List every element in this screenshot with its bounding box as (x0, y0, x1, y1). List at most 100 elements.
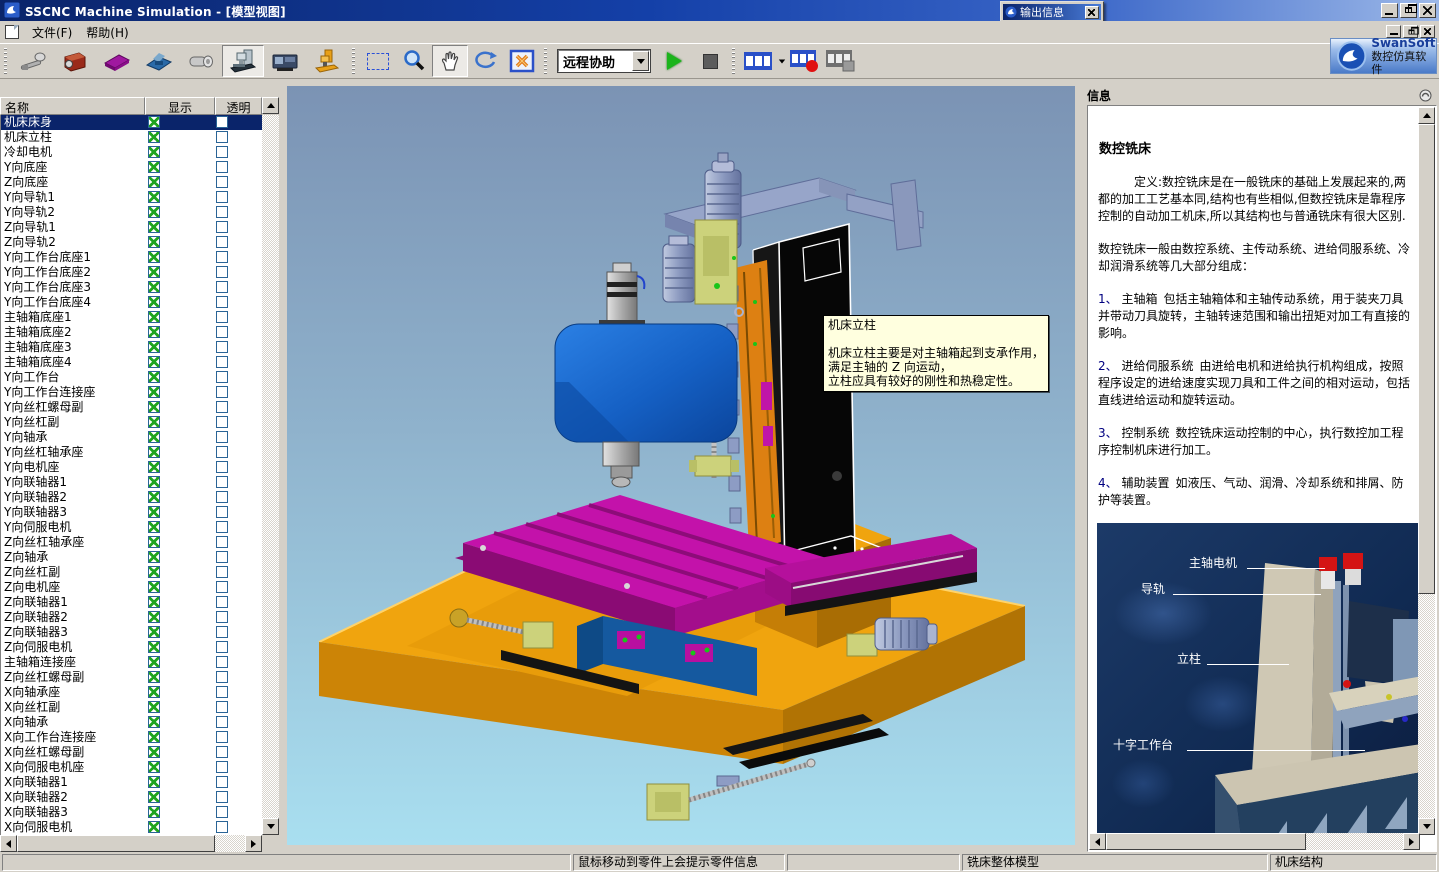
parts-row[interactable]: 冷却电机 (1, 145, 262, 160)
scroll-thumb[interactable] (17, 835, 215, 852)
show-checkbox[interactable] (148, 671, 160, 683)
transparent-checkbox[interactable] (216, 581, 228, 593)
menu-help[interactable]: 帮助(H) (79, 22, 135, 43)
transparent-checkbox[interactable] (216, 731, 228, 743)
transparent-checkbox[interactable] (216, 446, 228, 458)
parts-row[interactable]: Z向联轴器2 (1, 610, 262, 625)
parts-row[interactable]: Z向联轴器3 (1, 625, 262, 640)
parts-row[interactable]: Y向工作台 (1, 370, 262, 385)
milling-machine-button[interactable] (222, 45, 264, 77)
show-checkbox[interactable] (148, 491, 160, 503)
show-checkbox[interactable] (148, 236, 160, 248)
show-checkbox[interactable] (148, 506, 160, 518)
parts-row[interactable]: X向工作台连接座 (1, 730, 262, 745)
parts-row[interactable]: Y向联轴器1 (1, 475, 262, 490)
lathe-button[interactable] (264, 45, 306, 77)
transparent-checkbox[interactable] (216, 521, 228, 533)
show-checkbox[interactable] (148, 281, 160, 293)
transparent-checkbox[interactable] (216, 551, 228, 563)
show-checkbox[interactable] (148, 686, 160, 698)
transparent-checkbox[interactable] (216, 716, 228, 728)
show-checkbox[interactable] (148, 326, 160, 338)
parts-row[interactable]: Y向工作台底座4 (1, 295, 262, 310)
vertical-machine-button[interactable] (306, 45, 348, 77)
transparent-checkbox[interactable] (216, 251, 228, 263)
show-checkbox[interactable] (148, 476, 160, 488)
column-header-name[interactable]: 名称 (0, 97, 145, 115)
rotate-view-button[interactable] (468, 45, 504, 77)
scroll-thumb[interactable] (1418, 124, 1435, 594)
output-info-close-button[interactable] (1085, 6, 1099, 19)
machine-bed-button[interactable] (138, 45, 180, 77)
show-checkbox[interactable] (148, 446, 160, 458)
model-viewport[interactable]: 机床立柱 机床立柱主要是对主轴箱起到支承作用， 满足主轴的 Z 向运动， 立柱应… (287, 86, 1075, 845)
show-checkbox[interactable] (148, 431, 160, 443)
show-checkbox[interactable] (148, 341, 160, 353)
transparent-checkbox[interactable] (216, 566, 228, 578)
transparent-checkbox[interactable] (216, 356, 228, 368)
toolbar-grip[interactable] (732, 48, 735, 74)
transparent-checkbox[interactable] (216, 476, 228, 488)
parts-row[interactable]: X向轴承 (1, 715, 262, 730)
show-checkbox[interactable] (148, 791, 160, 803)
parts-row[interactable]: X向丝杠副 (1, 700, 262, 715)
column-header-transparent[interactable]: 透明 (215, 97, 262, 115)
show-checkbox[interactable] (148, 161, 160, 173)
transparent-checkbox[interactable] (216, 671, 228, 683)
parts-row[interactable]: Y向伺服电机 (1, 520, 262, 535)
transparent-checkbox[interactable] (216, 401, 228, 413)
show-checkbox[interactable] (148, 716, 160, 728)
transparent-checkbox[interactable] (216, 326, 228, 338)
show-checkbox[interactable] (148, 146, 160, 158)
toolbar-grip[interactable] (4, 48, 7, 74)
parts-row[interactable]: Y向工作台底座3 (1, 280, 262, 295)
info-vertical-scrollbar[interactable] (1418, 107, 1435, 835)
parts-row[interactable]: Z向丝杠轴承座 (1, 535, 262, 550)
parts-horizontal-scrollbar[interactable] (0, 835, 262, 852)
transparent-checkbox[interactable] (216, 596, 228, 608)
show-checkbox[interactable] (148, 701, 160, 713)
transparent-checkbox[interactable] (216, 416, 228, 428)
parts-row[interactable]: Y向联轴器3 (1, 505, 262, 520)
show-checkbox[interactable] (148, 401, 160, 413)
show-checkbox[interactable] (148, 371, 160, 383)
fit-view-button[interactable] (504, 45, 540, 77)
parts-row[interactable]: X向联轴器1 (1, 775, 262, 790)
show-checkbox[interactable] (148, 386, 160, 398)
transparent-checkbox[interactable] (216, 701, 228, 713)
scroll-right-button[interactable] (245, 835, 262, 852)
show-checkbox[interactable] (148, 521, 160, 533)
menu-file[interactable]: 文件(F) (25, 22, 79, 43)
parts-row[interactable]: Z向联轴器1 (1, 595, 262, 610)
transparent-checkbox[interactable] (216, 686, 228, 698)
show-checkbox[interactable] (148, 581, 160, 593)
transparent-checkbox[interactable] (216, 266, 228, 278)
parts-row[interactable]: Y向轴承 (1, 430, 262, 445)
transparent-checkbox[interactable] (216, 176, 228, 188)
parts-row[interactable]: Y向工作台底座2 (1, 265, 262, 280)
transparent-checkbox[interactable] (216, 281, 228, 293)
parts-row[interactable]: Y向工作台底座1 (1, 250, 262, 265)
parts-row[interactable]: Y向电机座 (1, 460, 262, 475)
transparent-checkbox[interactable] (216, 131, 228, 143)
transparent-checkbox[interactable] (216, 206, 228, 218)
film-dropdown-button[interactable] (776, 45, 787, 77)
scroll-left-button[interactable] (0, 835, 17, 852)
parts-row[interactable]: Y向导轨1 (1, 190, 262, 205)
transparent-checkbox[interactable] (216, 341, 228, 353)
scroll-up-button[interactable] (262, 97, 279, 114)
parts-row[interactable]: 机床立柱 (1, 130, 262, 145)
parts-row[interactable]: Z向丝杠螺母副 (1, 670, 262, 685)
transparent-checkbox[interactable] (216, 611, 228, 623)
parts-row[interactable]: 主轴箱连接座 (1, 655, 262, 670)
transparent-checkbox[interactable] (216, 641, 228, 653)
transparent-checkbox[interactable] (216, 146, 228, 158)
transparent-checkbox[interactable] (216, 656, 228, 668)
transparent-checkbox[interactable] (216, 461, 228, 473)
show-checkbox[interactable] (148, 806, 160, 818)
scroll-left-button[interactable] (1089, 833, 1106, 850)
transparent-checkbox[interactable] (216, 191, 228, 203)
parts-row[interactable]: X向伺服电机 (1, 820, 262, 835)
record-button[interactable] (787, 45, 823, 77)
show-checkbox[interactable] (148, 206, 160, 218)
